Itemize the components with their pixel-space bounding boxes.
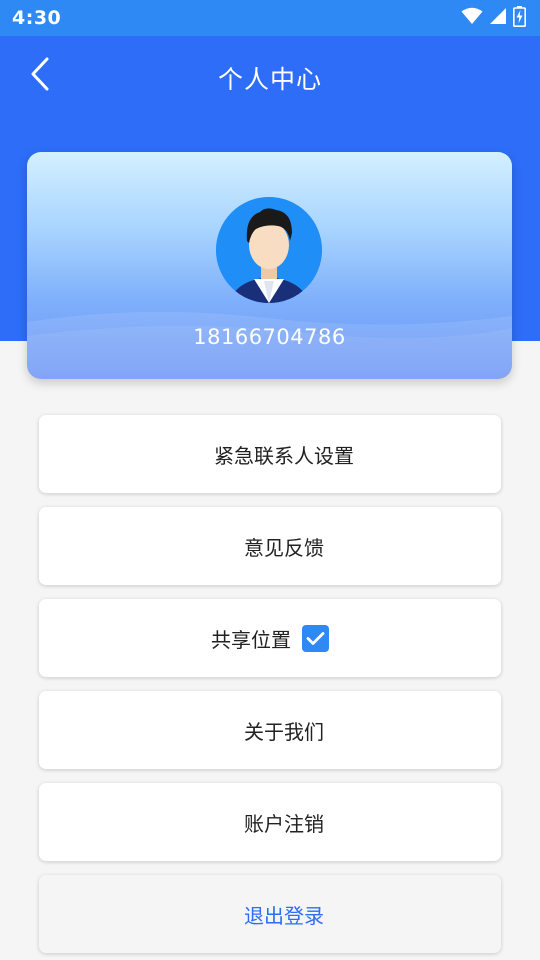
about-us-label: 关于我们 [244, 719, 324, 744]
status-icons [461, 5, 526, 31]
share-location-row: 共享位置 [211, 624, 329, 653]
profile-card: 18166704786 [27, 152, 512, 379]
share-location-checkbox[interactable] [302, 624, 329, 652]
feedback-label: 意见反馈 [244, 535, 324, 560]
wifi-icon [461, 7, 483, 29]
status-time: 4:30 [12, 7, 62, 29]
share-location-label: 共享位置 [211, 627, 291, 652]
phone-number: 18166704786 [193, 325, 346, 349]
emergency-contact-label: 紧急联系人设置 [214, 443, 354, 468]
about-us-button[interactable]: 关于我们 [39, 691, 501, 769]
feedback-button[interactable]: 意见反馈 [39, 507, 501, 585]
emergency-contact-button[interactable]: 紧急联系人设置 [39, 415, 501, 493]
page-title: 个人中心 [217, 65, 322, 94]
signal-icon [489, 7, 507, 29]
battery-icon [513, 5, 526, 31]
account-cancel-label: 账户注销 [244, 811, 324, 836]
user-avatar-icon [216, 197, 322, 303]
screen: 4:30 个人中心 18166704786 紧急联系人设置 意见反馈 共享位置 … [0, 0, 540, 960]
logout-label: 退出登录 [244, 903, 324, 928]
checkmark-icon [306, 631, 325, 645]
account-cancel-button[interactable]: 账户注销 [39, 783, 501, 861]
avatar[interactable] [216, 197, 322, 303]
status-bar: 4:30 [0, 0, 540, 36]
share-location-button[interactable]: 共享位置 [39, 599, 501, 677]
app-bar: 个人中心 [0, 36, 540, 120]
logout-button[interactable]: 退出登录 [39, 875, 501, 953]
